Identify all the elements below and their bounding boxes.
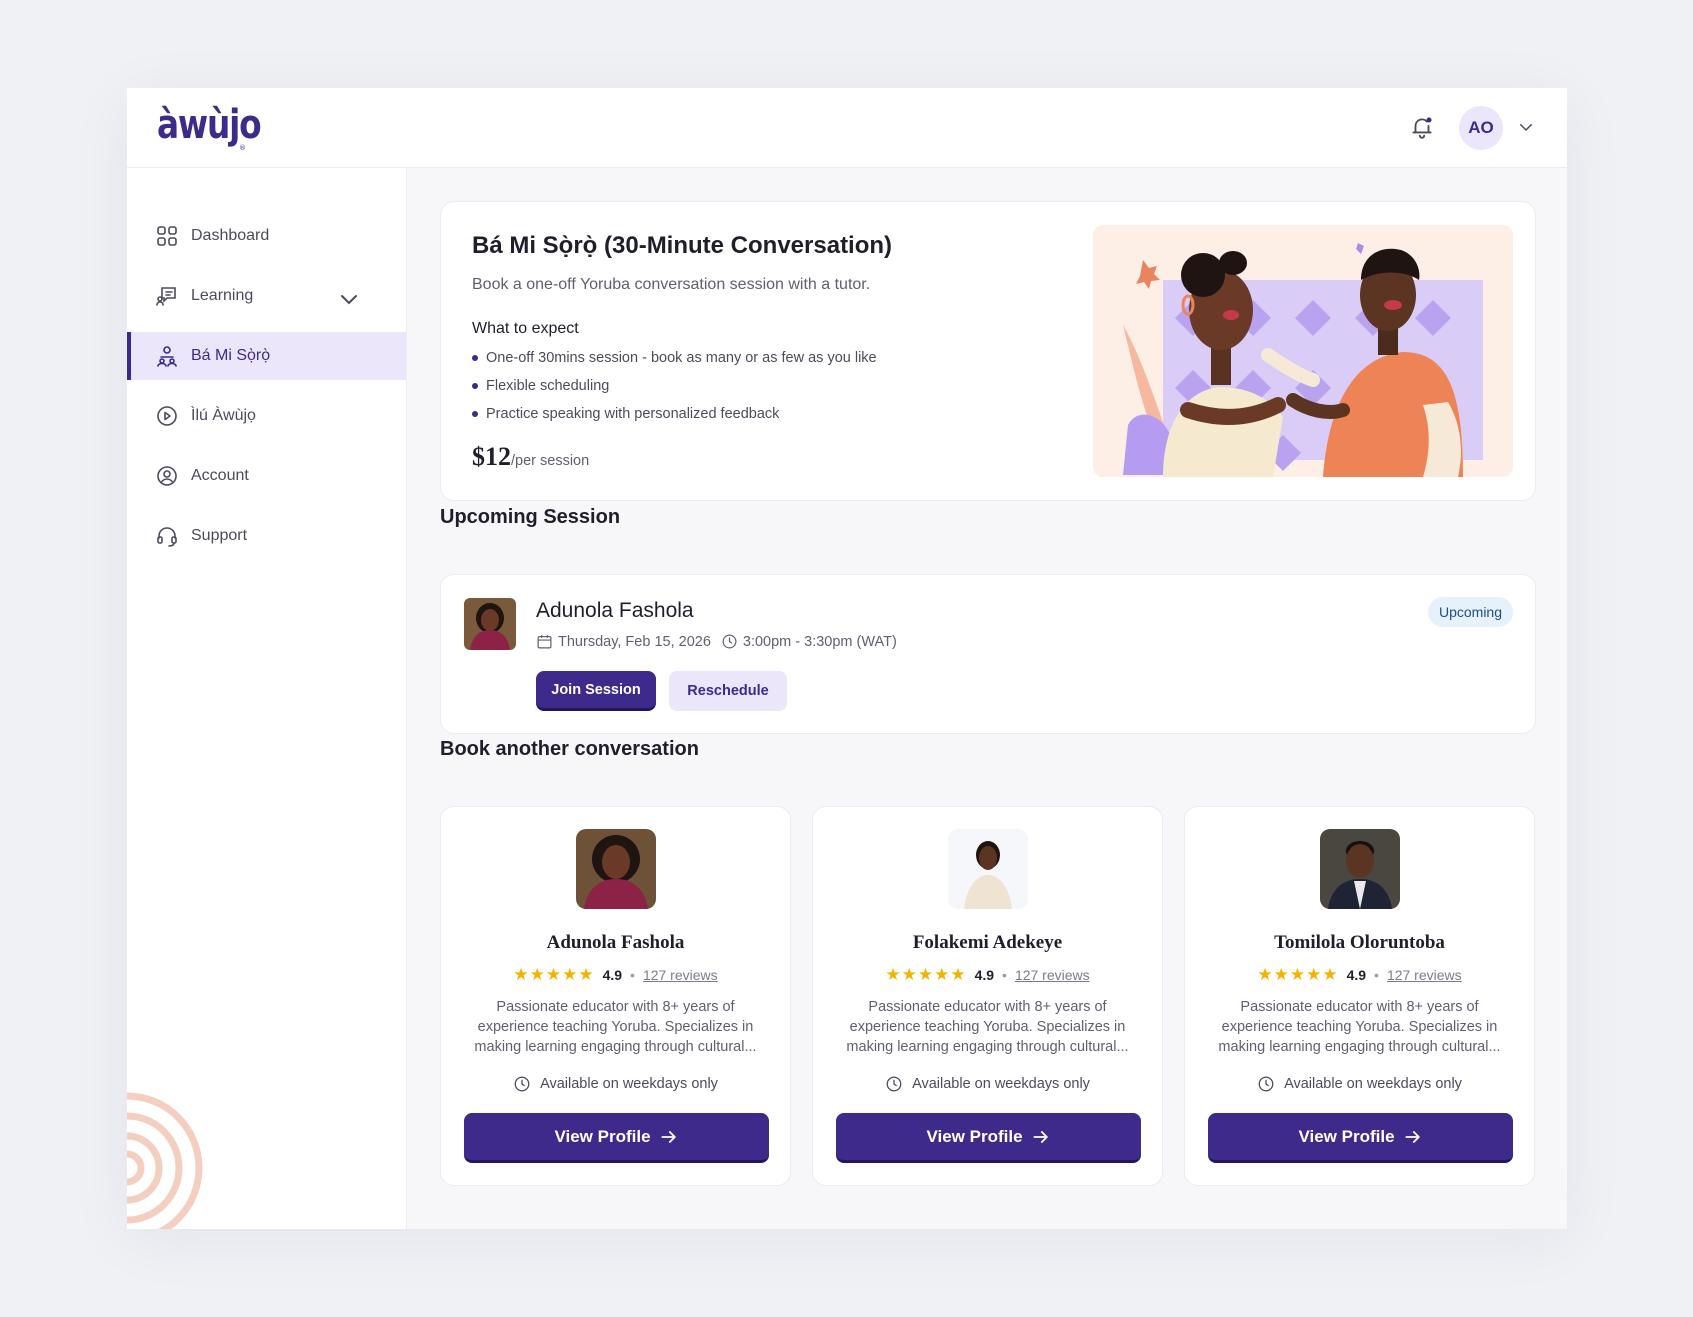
offer-card: Bá Mi Sọ̀rọ̀ (30-Minute Conversation) Bo…	[440, 201, 1536, 501]
price: $12/per session	[472, 442, 589, 472]
star-icon: ★★★★★	[1257, 965, 1339, 984]
top-bar: àwùjo ® AO	[127, 88, 1567, 168]
tutor-bio: Passionate educator with 8+ years of exp…	[846, 999, 1129, 1055]
view-profile-button[interactable]: View Profile	[464, 1113, 769, 1163]
list-item: One-off 30mins session - book as many or…	[472, 348, 877, 376]
sidebar-item-dashboard[interactable]: Dashboard	[127, 212, 406, 260]
session-tutor-name: Adunola Fashola	[536, 599, 694, 622]
status-badge: Upcoming	[1427, 597, 1513, 627]
tutor-card: Adunola Fashola ★★★★★ 4.9 • 127 reviews …	[440, 806, 791, 1186]
button-label: View Profile	[926, 1126, 1023, 1146]
availability-text: Available on weekdays only	[1284, 1076, 1462, 1092]
list-item: Practice speaking with personalized feed…	[472, 404, 877, 432]
arrow-right-icon	[1032, 1130, 1048, 1143]
clock-icon	[722, 634, 737, 649]
sidebar-item-label: Learning	[191, 287, 254, 304]
decorative-swirl	[127, 1092, 203, 1229]
session-time: 3:00pm - 3:30pm (WAT)	[742, 633, 897, 650]
offer-subtitle: Book a one-off Yoruba conversation sessi…	[472, 276, 871, 293]
tutor-bio: Passionate educator with 8+ years of exp…	[1218, 999, 1501, 1055]
user-avatar[interactable]: AO	[1459, 106, 1503, 150]
list-item: Flexible scheduling	[472, 376, 877, 404]
tutor-bio: Passionate educator with 8+ years of exp…	[474, 999, 757, 1055]
calendar-icon	[537, 635, 552, 649]
price-amount: $12	[472, 442, 511, 471]
sidebar-item-ilu-awujo[interactable]: Ìlú Àwùjọ	[127, 392, 406, 440]
tutor-card: Tomilola Oloruntoba ★★★★★ 4.9 • 127 revi…	[1184, 806, 1535, 1186]
price-unit: /per session	[511, 453, 590, 469]
sidebar-item-label: Account	[191, 467, 249, 484]
tutor-photo	[576, 829, 656, 909]
upcoming-section-title: Upcoming Session	[440, 506, 621, 528]
awujo-logo[interactable]: àwùjo	[157, 102, 262, 148]
reviews-link[interactable]: 127 reviews	[643, 967, 718, 983]
chevron-down-icon[interactable]	[1517, 118, 1535, 136]
reschedule-button[interactable]: Reschedule	[669, 671, 787, 711]
sidebar-item-account[interactable]: Account	[127, 452, 406, 500]
tutor-name: Adunola Fashola	[546, 932, 685, 953]
tutor-photo	[464, 598, 516, 650]
bell-icon[interactable]	[1409, 114, 1435, 140]
rating-value: 4.9	[602, 967, 623, 983]
logo-registered-mark: ®	[239, 144, 246, 152]
people-icon	[157, 346, 177, 367]
book-section-title: Book another conversation	[440, 738, 699, 760]
sidebar-item-label: Bá Mi Sọ̀rọ̀	[191, 347, 271, 364]
chevron-down-icon[interactable]	[337, 287, 361, 311]
tutor-rating: ★★★★★ 4.9 • 127 reviews	[441, 965, 790, 985]
tutor-photo	[1320, 829, 1400, 909]
availability: Available on weekdays only	[813, 1075, 1162, 1093]
session-date: Thursday, Feb 15, 2026	[558, 633, 711, 650]
star-icon: ★★★★★	[513, 965, 595, 984]
sidebar-item-learning[interactable]: Learning	[127, 272, 406, 320]
reviews-link[interactable]: 127 reviews	[1015, 967, 1090, 983]
availability: Available on weekdays only	[1185, 1075, 1534, 1093]
separator-dot: •	[1374, 967, 1379, 983]
sidebar: Dashboard Learning Bá Mi Sọ̀rọ̀ Ìlú Àwùj…	[127, 168, 407, 1229]
app-window: àwùjo ® AO Dashboard Learning Bá Mi Sọ̀r…	[127, 88, 1567, 1229]
star-icon: ★★★★★	[885, 965, 967, 984]
availability: Available on weekdays only	[441, 1075, 790, 1093]
tutor-name: Tomilola Oloruntoba	[1274, 932, 1445, 953]
clock-icon	[1258, 1076, 1274, 1092]
rating-value: 4.9	[1346, 967, 1367, 983]
separator-dot: •	[630, 967, 635, 983]
button-label: View Profile	[554, 1126, 651, 1146]
user-circle-icon	[157, 466, 177, 486]
arrow-right-icon	[660, 1130, 676, 1143]
grid-icon	[157, 226, 177, 246]
conversation-illustration	[1093, 225, 1513, 477]
availability-text: Available on weekdays only	[912, 1076, 1090, 1092]
expect-list: One-off 30mins session - book as many or…	[472, 348, 877, 432]
arrow-right-icon	[1404, 1130, 1420, 1143]
reviews-link[interactable]: 127 reviews	[1387, 967, 1462, 983]
sidebar-item-label: Support	[191, 527, 248, 544]
tutor-rating: ★★★★★ 4.9 • 127 reviews	[813, 965, 1162, 985]
availability-text: Available on weekdays only	[540, 1076, 718, 1092]
rating-value: 4.9	[974, 967, 995, 983]
offer-title: Bá Mi Sọ̀rọ̀ (30-Minute Conversation)	[472, 232, 893, 259]
sidebar-item-label: Dashboard	[191, 227, 270, 244]
expect-heading: What to expect	[472, 320, 579, 337]
play-circle-icon	[157, 406, 177, 426]
view-profile-button[interactable]: View Profile	[1208, 1113, 1513, 1163]
upcoming-session-card: Adunola Fashola Thursday, Feb 15, 2026 3…	[440, 574, 1536, 734]
sidebar-item-label: Ìlú Àwùjọ	[191, 407, 256, 424]
join-session-button[interactable]: Join Session	[536, 671, 656, 711]
clock-icon	[886, 1076, 902, 1092]
chat-board-icon	[156, 287, 176, 306]
tutor-card: Folakemi Adekeye ★★★★★ 4.9 • 127 reviews…	[812, 806, 1163, 1186]
button-label: View Profile	[1298, 1126, 1395, 1146]
sidebar-item-support[interactable]: Support	[127, 512, 406, 560]
session-meta: Thursday, Feb 15, 2026 3:00pm - 3:30pm (…	[536, 633, 897, 650]
tutor-rating: ★★★★★ 4.9 • 127 reviews	[1185, 965, 1534, 985]
tutor-name: Folakemi Adekeye	[912, 932, 1063, 953]
sidebar-item-ba-mi-soro[interactable]: Bá Mi Sọ̀rọ̀	[127, 332, 406, 380]
headset-icon	[157, 527, 177, 547]
view-profile-button[interactable]: View Profile	[836, 1113, 1141, 1163]
tutor-photo	[948, 829, 1028, 909]
separator-dot: •	[1002, 967, 1007, 983]
clock-icon	[514, 1076, 530, 1092]
